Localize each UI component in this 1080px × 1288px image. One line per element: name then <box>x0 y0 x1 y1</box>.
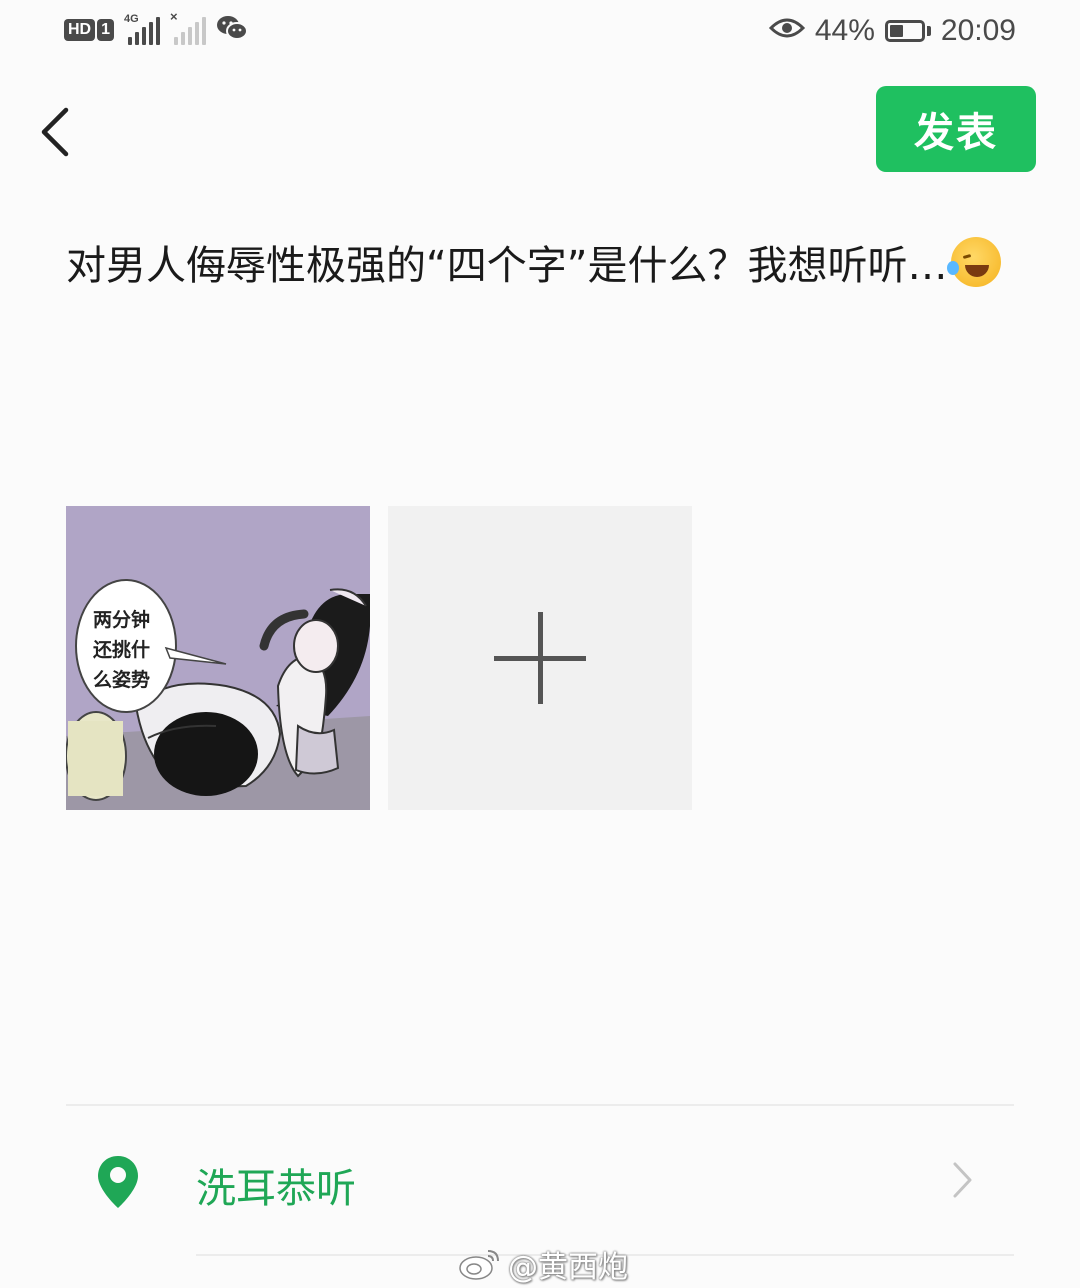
location-label: 洗耳恭听 <box>196 1166 356 1212</box>
attached-image-thumbnail[interactable]: 两分钟 还挑什 么姿势 <box>66 506 370 810</box>
location-row[interactable]: 洗耳恭听 <box>66 1120 1014 1244</box>
battery-percent: 44% <box>814 14 875 47</box>
watermark-text: @黄西炮 <box>508 1250 628 1285</box>
publish-button[interactable]: 发表 <box>876 86 1036 172</box>
post-text-input[interactable]: 对男人侮辱性极强的“四个字”是什么？我想听听… <box>66 232 1006 300</box>
hd-badge: HD 1 <box>64 19 115 41</box>
sim-label: 1 <box>97 19 115 41</box>
bubble-line-2: 还挑什 <box>92 638 150 661</box>
bubble-line-1: 两分钟 <box>93 608 150 631</box>
signal-2-icon: × <box>170 9 207 45</box>
hd-label: HD <box>64 19 96 41</box>
weibo-icon <box>459 1250 499 1280</box>
status-bar: HD 1 4G × 44% 20:09 <box>0 0 1080 70</box>
bubble-line-3: 么姿势 <box>93 668 150 691</box>
back-button[interactable] <box>36 104 76 160</box>
divider <box>66 1104 1014 1106</box>
laughing-crying-emoji <box>947 237 1002 287</box>
battery-fill <box>889 25 903 37</box>
post-text: 对男人侮辱性极强的“四个字”是什么？我想听听… <box>66 243 948 289</box>
status-left: HD 1 4G × <box>64 9 249 46</box>
wechat-icon <box>216 14 249 46</box>
watermark: @黄西炮 <box>458 1242 628 1286</box>
eye-icon <box>768 14 805 48</box>
chevron-right-icon <box>953 1162 972 1198</box>
comic-image: 两分钟 还挑什 么姿势 <box>66 506 370 810</box>
location-pin-icon <box>98 1156 138 1208</box>
add-image-button[interactable] <box>388 506 692 810</box>
back-arrow-icon <box>41 107 69 157</box>
network-label: 4G <box>124 13 139 25</box>
battery-icon <box>884 20 931 42</box>
signal-icon: 4G <box>124 13 161 45</box>
clock: 20:09 <box>940 14 1016 47</box>
status-right: 44% 20:09 <box>768 14 1016 48</box>
